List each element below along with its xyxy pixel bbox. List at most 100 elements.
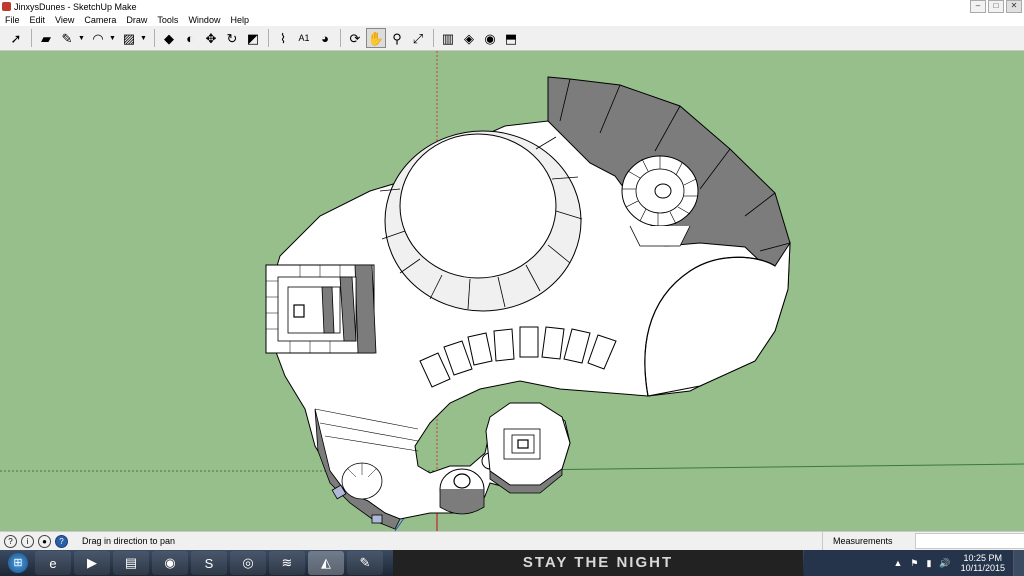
help-icon[interactable]: ? — [55, 534, 68, 548]
status-bar: ? i ● ? Drag in direction to pan Measure… — [0, 531, 1024, 550]
menu-draw[interactable]: Draw — [121, 15, 152, 25]
paint-bucket-tool-icon: ◕ — [321, 30, 329, 46]
paint-icon: ✎ — [359, 555, 371, 570]
taskbar-button[interactable]: e — [35, 551, 71, 575]
system-clock[interactable]: 10:25 PM 10/11/2015 — [961, 553, 1005, 573]
user-icon[interactable]: ● — [38, 534, 51, 548]
volume-icon[interactable]: 🔊 — [939, 558, 950, 569]
zoom-tool-button[interactable]: ⚲ — [387, 28, 407, 48]
orbit-tool-icon: ⟳ — [349, 30, 361, 46]
maximize-button[interactable]: □ — [988, 0, 1004, 13]
window-title: JinxysDunes - SketchUp Make — [14, 1, 137, 12]
warehouse-tool-icon: ▥ — [441, 30, 455, 46]
chevron-down-icon[interactable]: ▼ — [109, 35, 117, 42]
media-player-icon: ▶ — [87, 555, 97, 570]
menu-help[interactable]: Help — [225, 15, 254, 25]
move-tool-icon: ✥ — [205, 30, 217, 46]
credits-icon[interactable]: i — [21, 534, 34, 548]
windows-logo-icon: ⊞ — [8, 553, 28, 573]
taskbar-button[interactable]: S — [191, 551, 227, 575]
menu-file[interactable]: File — [0, 15, 25, 25]
drawing-viewport[interactable] — [0, 51, 1024, 531]
sketchup-icon: ◭ — [321, 555, 331, 570]
scale-tool-icon: ◩ — [246, 30, 260, 46]
chevron-down-icon[interactable]: ▼ — [78, 35, 86, 42]
measurements-input[interactable] — [915, 533, 1024, 549]
circular-hall-floor — [399, 133, 557, 279]
taskbar-button[interactable]: ▶ — [74, 551, 110, 575]
extension-tool-button[interactable]: ◉ — [480, 28, 500, 48]
select-tool-button[interactable]: ➚ — [6, 28, 26, 48]
minimize-button[interactable]: – — [970, 0, 986, 13]
pan-tool-icon: ✋ — [367, 30, 385, 46]
move-tool-button[interactable]: ✥ — [201, 28, 221, 48]
title-bar: JinxysDunes - SketchUp Make – □ ✕ — [0, 0, 1024, 13]
text-tool-button[interactable]: A1 — [294, 28, 314, 48]
warehouse-tool-button[interactable]: ▥ — [438, 28, 458, 48]
push-pull-tool-button[interactable]: ◆ — [159, 28, 179, 48]
main-toolbar: ➚ ▰ ✎ ▼ ◠ ▼ ▨ ▼ ◆ ◐ ✥ ↻ ◩ ⌇ A1 ◕ ⟳ ✋ ⚲ ⤢ ▥ ◈ ◉ ⬒ — [0, 26, 1024, 51]
menu-camera[interactable]: Camera — [79, 15, 121, 25]
chevron-down-icon[interactable]: ▼ — [140, 35, 148, 42]
taskbar-button[interactable]: ≋ — [269, 551, 305, 575]
rectangle-tool-icon: ▨ — [122, 30, 136, 46]
taskbar-button[interactable]: ◉ — [152, 551, 188, 575]
pencil-tool-button[interactable]: ✎ — [57, 28, 77, 48]
rectangle-tool-button[interactable]: ▨ — [119, 28, 139, 48]
pencil-tool-icon: ✎ — [61, 30, 73, 46]
menu-view[interactable]: View — [50, 15, 79, 25]
paint-bucket-tool-button[interactable]: ◕ — [315, 28, 335, 48]
components-tool-button[interactable]: ◈ — [459, 28, 479, 48]
toolbar-separator — [268, 29, 269, 47]
scale-tool-button[interactable]: ◩ — [243, 28, 263, 48]
taskbar-button[interactable]: ✎ — [347, 551, 383, 575]
rotate-tool-button[interactable]: ↻ — [222, 28, 242, 48]
show-desktop-button[interactable] — [1013, 550, 1024, 576]
network-icon[interactable]: ▮ — [926, 558, 931, 569]
sketchup-app-icon — [2, 2, 11, 11]
text-tool-icon: A1 — [298, 32, 310, 43]
camera-app-icon: ◎ — [242, 555, 254, 570]
taskbar-button[interactable]: ▤ — [113, 551, 149, 575]
toolbar-separator — [31, 29, 32, 47]
file-explorer-icon: ▤ — [124, 555, 138, 570]
close-button[interactable]: ✕ — [1006, 0, 1022, 13]
follow-me-tool-button[interactable]: ◐ — [180, 28, 200, 48]
stepped-pyramid — [265, 264, 377, 354]
menu-edit[interactable]: Edit — [25, 15, 51, 25]
push-pull-tool-icon: ◆ — [164, 30, 174, 46]
chrome-icon: ◉ — [164, 555, 176, 570]
rotate-tool-icon: ↻ — [226, 30, 238, 46]
menu-window[interactable]: Window — [183, 15, 225, 25]
start-button[interactable]: ⊞ — [4, 551, 32, 575]
follow-me-tool-icon: ◐ — [186, 30, 194, 46]
spotify-icon: ≋ — [281, 555, 293, 570]
share-model-tool-icon: ⬒ — [504, 30, 518, 46]
window-controls: – □ ✕ — [968, 0, 1022, 13]
show-hidden-icons-icon[interactable]: ▲ — [893, 558, 902, 568]
clock-date: 10/11/2015 — [960, 563, 1005, 573]
menu-tools[interactable]: Tools — [152, 15, 183, 25]
internet-explorer-icon: e — [49, 555, 57, 571]
measurements-panel: Measurements — [822, 532, 1024, 550]
pan-tool-button[interactable]: ✋ — [366, 28, 386, 48]
tape-measure-tool-button[interactable]: ⌇ — [273, 28, 293, 48]
action-center-icon[interactable]: ⚑ — [910, 558, 918, 569]
skype-icon: S — [204, 555, 214, 571]
zoom-extents-tool-button[interactable]: ⤢ — [408, 28, 428, 48]
share-model-tool-button[interactable]: ⬒ — [501, 28, 521, 48]
measurements-label: Measurements — [833, 536, 893, 546]
geo-location-icon[interactable]: ? — [4, 534, 17, 548]
taskbar-button[interactable]: ◎ — [230, 551, 266, 575]
model-canvas[interactable] — [0, 51, 1024, 531]
arc-tool-button[interactable]: ◠ — [88, 28, 108, 48]
orbit-tool-button[interactable]: ⟳ — [345, 28, 365, 48]
zoom-extents-tool-icon: ⤢ — [412, 30, 424, 46]
eraser-tool-button[interactable]: ▰ — [36, 28, 56, 48]
taskbar-button[interactable]: ◭ — [308, 551, 344, 575]
zoom-tool-icon: ⚲ — [392, 30, 402, 46]
tape-measure-tool-icon: ⌇ — [279, 30, 287, 46]
taskbar-banner: STAY THE NIGHT — [393, 550, 803, 576]
extension-tool-icon: ◉ — [484, 30, 496, 46]
select-tool-icon: ➚ — [10, 30, 22, 46]
